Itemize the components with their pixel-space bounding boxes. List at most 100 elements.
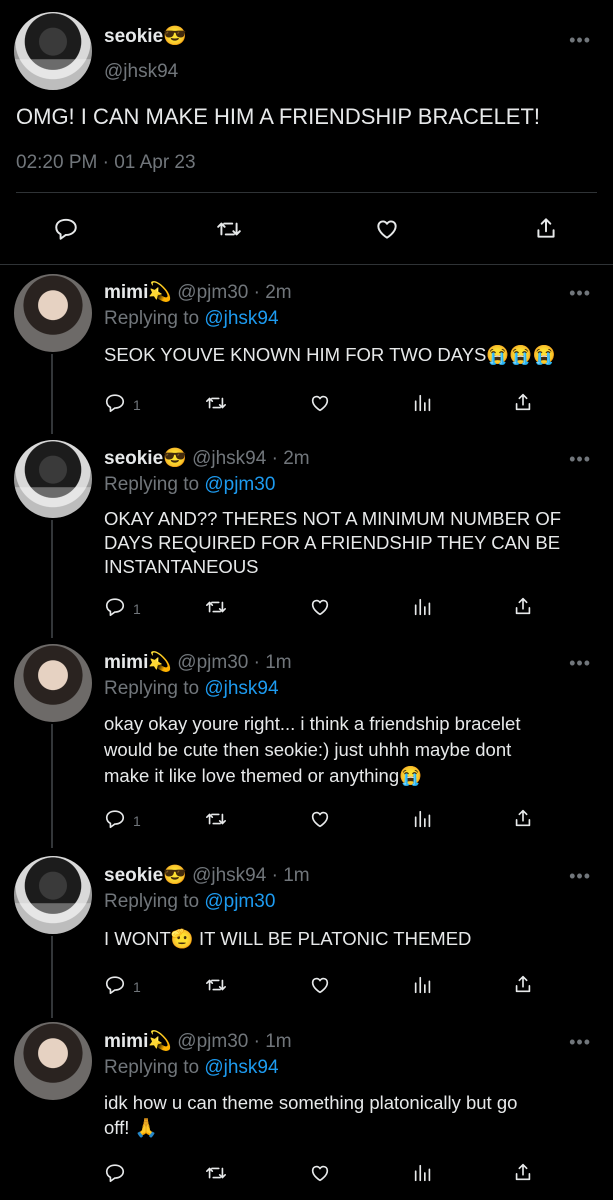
replying-to: Replying to @pjm30 xyxy=(104,891,275,913)
tweet-timestamp: 02:20 PM · 01 Apr 23 xyxy=(16,152,196,174)
heart-icon[interactable] xyxy=(373,216,401,242)
reply-icon[interactable] xyxy=(104,1162,126,1184)
tweet-text: I WONT🫡 IT WILL BE PLATONIC THEMED xyxy=(104,927,471,951)
avatar[interactable] xyxy=(14,274,92,352)
share-icon[interactable] xyxy=(533,214,559,242)
views-icon[interactable] xyxy=(412,1162,434,1184)
reply-count: 1 xyxy=(133,979,141,995)
avatar[interactable] xyxy=(14,1022,92,1100)
reply-header: mimi💫 @pjm30 · 1m xyxy=(104,1029,292,1053)
tweet-line: INSTANTANEOUS xyxy=(104,556,259,577)
share-icon[interactable] xyxy=(512,806,534,830)
display-name[interactable]: seokie😎 xyxy=(104,865,187,886)
reply-header: mimi💫 @pjm30 · 2m xyxy=(104,280,292,304)
replying-to-label: Replying to xyxy=(104,308,200,329)
handle-and-time: @pjm30 · 1m xyxy=(177,1031,292,1052)
replying-to: Replying to @jhsk94 xyxy=(104,678,279,700)
tweet-line: make it like love themed or anything😭 xyxy=(104,765,423,786)
reply-count: 1 xyxy=(133,601,141,617)
heart-icon[interactable] xyxy=(308,808,332,830)
replying-to: Replying to @jhsk94 xyxy=(104,1057,279,1079)
avatar[interactable] xyxy=(14,440,92,518)
views-icon[interactable] xyxy=(412,974,434,996)
tweet-line: okay okay youre right... i think a frien… xyxy=(104,713,521,734)
more-options-icon[interactable]: ••• xyxy=(569,653,591,674)
user-handle[interactable]: @jhsk94 xyxy=(104,61,178,83)
tweet-line: idk how u can theme something platonical… xyxy=(104,1092,518,1113)
mention-link[interactable]: @jhsk94 xyxy=(204,1057,278,1078)
display-name[interactable]: seokie😎 xyxy=(104,448,187,469)
handle-and-time: @pjm30 · 2m xyxy=(177,282,292,303)
avatar[interactable] xyxy=(14,12,92,90)
tweet-text: idk how u can theme something platonical… xyxy=(104,1090,517,1140)
more-options-icon[interactable]: ••• xyxy=(569,866,591,887)
reply-icon[interactable] xyxy=(104,596,126,618)
mention-link[interactable]: @pjm30 xyxy=(204,474,275,495)
retweet-icon[interactable] xyxy=(204,596,228,618)
reply-header: mimi💫 @pjm30 · 1m xyxy=(104,650,292,674)
tweet-line: off! 🙏 xyxy=(104,1117,158,1138)
thread-line xyxy=(51,936,53,1018)
tweet-line: DAYS REQUIRED FOR A FRIENDSHIP THEY CAN … xyxy=(104,532,561,553)
avatar[interactable] xyxy=(14,856,92,934)
reply-count: 1 xyxy=(133,397,141,413)
tweet-text: OMG! I CAN MAKE HIM A FRIENDSHIP BRACELE… xyxy=(16,104,541,129)
reply-icon[interactable] xyxy=(104,974,126,996)
replying-to-label: Replying to xyxy=(104,891,200,912)
mention-link[interactable]: @jhsk94 xyxy=(204,308,278,329)
tweet-line: I WONT🫡 IT WILL BE PLATONIC THEMED xyxy=(104,928,472,949)
retweet-icon[interactable] xyxy=(204,392,228,414)
retweet-icon[interactable] xyxy=(215,216,243,242)
tweet-text: okay okay youre right... i think a frien… xyxy=(104,711,520,789)
tweet-line: SEOK YOUVE KNOWN HIM FOR TWO DAYS😭😭😭 xyxy=(104,344,556,365)
tweet-date: 01 Apr 23 xyxy=(114,152,196,173)
share-icon[interactable] xyxy=(512,1160,534,1184)
reply-count: 1 xyxy=(133,813,141,829)
reply-icon[interactable] xyxy=(53,216,79,242)
more-options-icon[interactable]: ••• xyxy=(569,30,591,51)
tweet-text: SEOK YOUVE KNOWN HIM FOR TWO DAYS😭😭😭 xyxy=(104,343,555,367)
display-name[interactable]: mimi💫 xyxy=(104,1031,172,1052)
reply-header: seokie😎 @jhsk94 · 2m xyxy=(104,446,310,470)
display-name[interactable]: mimi💫 xyxy=(104,652,172,673)
thread-line xyxy=(51,354,53,434)
more-options-icon[interactable]: ••• xyxy=(569,449,591,470)
replying-to: Replying to @jhsk94 xyxy=(104,308,279,330)
reply-icon[interactable] xyxy=(104,808,126,830)
heart-icon[interactable] xyxy=(308,974,332,996)
retweet-icon[interactable] xyxy=(204,1162,228,1184)
divider xyxy=(16,192,597,193)
heart-icon[interactable] xyxy=(308,596,332,618)
heart-icon[interactable] xyxy=(308,392,332,414)
share-icon[interactable] xyxy=(512,594,534,618)
display-name[interactable]: seokie😎 xyxy=(104,24,187,48)
mention-link[interactable]: @jhsk94 xyxy=(204,678,278,699)
thread-line xyxy=(51,520,53,638)
handle-and-time: @pjm30 · 1m xyxy=(177,652,292,673)
retweet-icon[interactable] xyxy=(204,808,228,830)
replying-to-label: Replying to xyxy=(104,678,200,699)
reply-icon[interactable] xyxy=(104,392,126,414)
views-icon[interactable] xyxy=(412,596,434,618)
tweet-time: 02:20 PM xyxy=(16,152,98,173)
retweet-icon[interactable] xyxy=(204,974,228,996)
replying-to-label: Replying to xyxy=(104,474,200,495)
more-options-icon[interactable]: ••• xyxy=(569,283,591,304)
views-icon[interactable] xyxy=(412,808,434,830)
divider xyxy=(0,264,613,265)
more-options-icon[interactable]: ••• xyxy=(569,1032,591,1053)
separator: · xyxy=(102,152,109,173)
reply-header: seokie😎 @jhsk94 · 1m xyxy=(104,863,310,887)
tweet-text: OKAY AND?? THERES NOT A MINIMUM NUMBER O… xyxy=(104,507,561,579)
display-name[interactable]: mimi💫 xyxy=(104,282,172,303)
avatar[interactable] xyxy=(14,644,92,722)
handle-and-time: @jhsk94 · 1m xyxy=(192,865,310,886)
mention-link[interactable]: @pjm30 xyxy=(204,891,275,912)
thread-line xyxy=(51,724,53,848)
share-icon[interactable] xyxy=(512,390,534,414)
tweet-line: would be cute then seokie:) just uhhh ma… xyxy=(104,739,512,760)
views-icon[interactable] xyxy=(412,392,434,414)
share-icon[interactable] xyxy=(512,972,534,996)
handle-and-time: @jhsk94 · 2m xyxy=(192,448,310,469)
heart-icon[interactable] xyxy=(308,1162,332,1184)
